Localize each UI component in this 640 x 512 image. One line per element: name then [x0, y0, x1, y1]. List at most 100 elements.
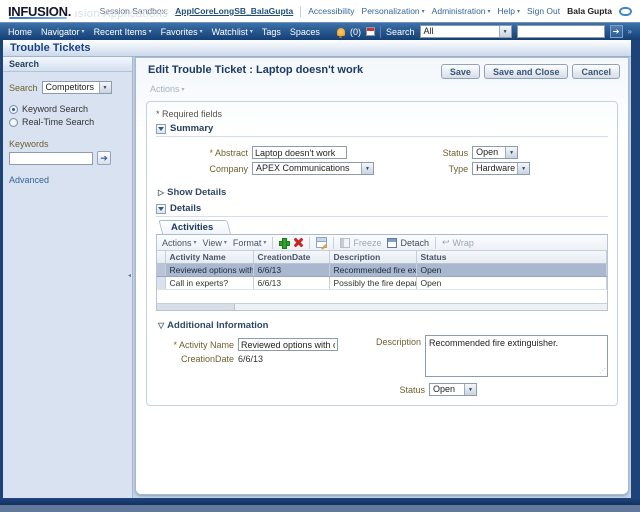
chevron-down-icon[interactable]: ▼	[517, 163, 529, 174]
content-frame: Trouble Tickets Search Search Competitor…	[0, 40, 640, 498]
status-select[interactable]: Open ▼	[472, 146, 518, 159]
column-header-creation-date[interactable]: CreationDate	[253, 251, 329, 264]
calendar-icon[interactable]	[366, 27, 375, 36]
navbar-right-tools: (0) Search All ▼ ➔ »	[337, 25, 632, 38]
search-sidebar: Search Search Competitors ▼ Keyword Sear…	[3, 57, 133, 498]
edit-ticket-panel: Edit Trouble Ticket : Laptop doesn't wor…	[135, 57, 629, 495]
add-row-icon[interactable]	[279, 238, 288, 247]
sidebar-header: Search	[3, 57, 132, 72]
ghost-brand-text: Fusion Applications	[64, 8, 168, 20]
nav-item-recent-items[interactable]: Recent Items▾	[94, 27, 152, 37]
activity-name-input[interactable]	[238, 338, 338, 351]
nav-item-home[interactable]: Home	[8, 27, 32, 37]
cell-status: Open	[416, 264, 607, 277]
tab-activities[interactable]: Activities	[162, 220, 231, 234]
required-fields-note: * Required fields	[156, 109, 608, 119]
infusion-logo: INFUSION.	[8, 4, 75, 19]
menu-accessibility[interactable]: Accessibility	[308, 6, 354, 16]
cell-activity: Call in experts?	[165, 277, 253, 290]
radio-realtime-search[interactable]: Real-Time Search	[9, 117, 126, 127]
save-button[interactable]: Save	[441, 64, 480, 79]
required-marker: *	[209, 148, 213, 158]
column-header-description[interactable]: Description	[329, 251, 416, 264]
advanced-search-link[interactable]: Advanced	[9, 175, 49, 185]
company-select[interactable]: APEX Communications ▼	[252, 162, 374, 175]
chevron-down-icon[interactable]: ▼	[499, 26, 511, 37]
chevron-down-icon[interactable]: ▼	[361, 163, 373, 174]
notifications-bell-icon[interactable]	[337, 28, 345, 36]
abstract-input[interactable]	[252, 146, 347, 159]
save-and-close-button[interactable]: Save and Close	[484, 64, 569, 79]
divider	[300, 6, 301, 17]
brand-area: Fusion Applications INFUSION.	[8, 4, 75, 19]
nav-item-favorites[interactable]: Favorites▾	[161, 27, 203, 37]
row-header-column	[157, 251, 165, 264]
status-label: Status	[418, 148, 468, 158]
application-window: Fusion Applications INFUSION. Session Sa…	[0, 0, 640, 512]
global-header-menu: Session Sandbox: ApplCoreLongSB_BalaGupt…	[100, 6, 632, 17]
session-sandbox-link[interactable]: ApplCoreLongSB_BalaGupta	[175, 6, 293, 16]
chevron-down-icon: ▾	[200, 28, 203, 35]
additional-info-toggle[interactable]: ▽ Additional Information	[158, 320, 608, 331]
keywords-input[interactable]	[9, 152, 93, 165]
actions-menu-disabled: Actions ▾	[136, 79, 628, 94]
nav-item-watchlist[interactable]: Watchlist▾	[212, 27, 253, 37]
table-empty-area	[157, 290, 607, 303]
keywords-go-button[interactable]: ➔	[97, 151, 111, 165]
show-details-toggle[interactable]: ▷ Show Details	[158, 187, 608, 198]
radio-button-icon[interactable]	[9, 105, 18, 114]
horizontal-scrollbar[interactable]	[157, 303, 607, 310]
nav-item-spaces[interactable]: Spaces	[290, 27, 320, 37]
query-by-example-icon[interactable]	[316, 237, 327, 248]
nav-item-tags[interactable]: Tags	[262, 27, 281, 37]
delete-row-icon[interactable]	[294, 238, 303, 247]
type-select[interactable]: Hardware ▼	[472, 162, 530, 175]
activity-status-select[interactable]: Open ▼	[429, 383, 477, 396]
chevron-down-icon[interactable]: ▼	[99, 82, 111, 93]
toolbar-menu-actions[interactable]: Actions▾	[162, 238, 197, 248]
menu-help[interactable]: Help▾	[498, 6, 521, 16]
table-row[interactable]: Reviewed options with customer 6/6/13 Re…	[157, 264, 607, 277]
ticket-form: * Required fields Summary * Abstract	[146, 101, 618, 406]
toolbar-menu-format[interactable]: Format▾	[233, 238, 267, 248]
menu-personalization[interactable]: Personalization▾	[362, 6, 425, 16]
chevron-down-icon: ▾	[224, 239, 227, 246]
column-header-activity-name[interactable]: Activity Name	[165, 251, 253, 264]
chevron-down-icon: ▾	[182, 86, 185, 93]
freeze-icon	[340, 238, 350, 248]
nav-item-navigator[interactable]: Navigator▾	[41, 27, 85, 37]
radio-button-icon[interactable]	[9, 118, 18, 127]
cell-activity: Reviewed options with customer	[165, 264, 253, 277]
summary-title: Summary	[170, 123, 213, 134]
required-marker: *	[173, 340, 177, 350]
column-header-status[interactable]: Status	[416, 251, 607, 264]
radio-keyword-search[interactable]: Keyword Search	[9, 104, 126, 114]
chevron-down-icon[interactable]: ▼	[505, 147, 517, 158]
toolbar-menu-view[interactable]: View▾	[203, 238, 227, 248]
description-textarea[interactable]: Recommended fire extinguisher.	[425, 335, 608, 377]
collapse-section-icon[interactable]	[156, 124, 166, 134]
collapse-section-icon[interactable]	[156, 204, 166, 214]
advanced-search-icon[interactable]: »	[628, 27, 632, 36]
menu-sign-out[interactable]: Sign Out	[527, 6, 560, 16]
search-go-button[interactable]: ➔	[610, 25, 623, 38]
search-scope-select[interactable]: All ▼	[420, 25, 512, 38]
global-search-input[interactable]	[517, 25, 605, 38]
scrollbar-thumb[interactable]	[157, 304, 235, 310]
chevron-down-icon[interactable]: ▼	[464, 384, 476, 395]
chevron-down-icon: ▾	[82, 28, 85, 35]
divider	[309, 237, 310, 249]
chevron-down-icon: ▾	[263, 239, 266, 246]
resize-grip-icon[interactable]: ⋰	[599, 367, 606, 375]
detach-button[interactable]: Detach	[387, 238, 429, 248]
cancel-button[interactable]: Cancel	[572, 64, 620, 79]
chat-icon[interactable]	[619, 7, 632, 16]
global-header: Fusion Applications INFUSION. Session Sa…	[0, 0, 640, 22]
sidebar-collapse-handle[interactable]: ◂	[127, 262, 132, 288]
table-row[interactable]: Call in experts? 6/6/13 Possibly the fir…	[157, 277, 607, 290]
menu-administration[interactable]: Administration▾	[432, 6, 491, 16]
saved-search-select[interactable]: Competitors ▼	[42, 81, 112, 94]
details-title: Details	[170, 203, 201, 214]
action-buttons: Save Save and Close Cancel	[441, 64, 620, 79]
notification-count: (0)	[350, 27, 361, 37]
